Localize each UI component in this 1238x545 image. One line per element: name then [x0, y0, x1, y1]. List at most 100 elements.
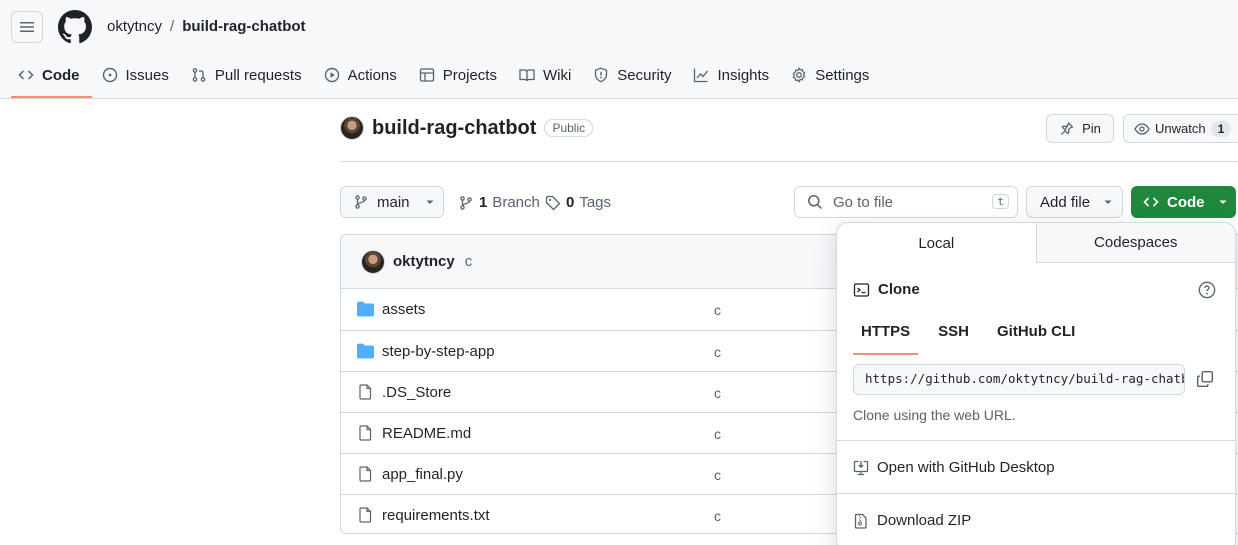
- file-name[interactable]: step-by-step-app: [382, 343, 495, 360]
- file-icon: [359, 466, 372, 482]
- tab-settings-label: Settings: [815, 66, 870, 84]
- copy-icon[interactable]: [1196, 370, 1214, 388]
- unwatch-button[interactable]: Unwatch 1: [1123, 114, 1238, 143]
- breadcrumb-repo[interactable]: build-rag-chatbot: [182, 18, 305, 35]
- tab-issues[interactable]: Issues: [92, 58, 181, 92]
- tab-security[interactable]: Security: [583, 58, 683, 92]
- folder-icon: [357, 301, 374, 317]
- tab-security-label: Security: [617, 66, 672, 84]
- open-with-desktop-label: Open with GitHub Desktop: [877, 459, 1055, 476]
- tab-code[interactable]: Code: [8, 58, 92, 98]
- file-name[interactable]: app_final.py: [382, 466, 463, 483]
- menu-icon: [20, 22, 34, 32]
- visibility-badge: Public: [544, 119, 594, 137]
- tab-projects[interactable]: Projects: [409, 58, 509, 92]
- file-commit-message[interactable]: c: [714, 467, 721, 483]
- file-commit-message[interactable]: c: [714, 344, 721, 360]
- go-to-file-placeholder: Go to file: [833, 193, 894, 211]
- avatar[interactable]: [340, 116, 364, 140]
- file-commit-message[interactable]: c: [714, 426, 721, 442]
- branch-icon: [355, 195, 367, 209]
- branch-selector[interactable]: main: [340, 186, 444, 218]
- tab-local[interactable]: Local: [837, 223, 1036, 263]
- code-icon: [1143, 197, 1159, 207]
- repo-title[interactable]: build-rag-chatbot: [372, 117, 536, 140]
- file-name[interactable]: .DS_Store: [382, 384, 451, 401]
- clone-url-field[interactable]: https://github.com/oktytncy/build-rag-ch…: [853, 364, 1185, 395]
- tab-insights-label: Insights: [717, 66, 770, 84]
- caret-down-icon: [1104, 200, 1112, 204]
- file-commit-message[interactable]: c: [714, 508, 721, 524]
- add-file-label: Add file: [1040, 193, 1091, 211]
- tab-ssh[interactable]: SSH: [930, 323, 977, 355]
- commit-message[interactable]: c: [465, 253, 473, 270]
- branches-link[interactable]: 1 Branch: [458, 194, 540, 211]
- branch-count: 1: [479, 194, 488, 211]
- breadcrumb-separator: /: [170, 18, 175, 35]
- breadcrumb-owner[interactable]: oktytncy: [107, 18, 162, 35]
- tag-count-label: Tags: [579, 194, 612, 211]
- pin-icon: [1061, 121, 1074, 136]
- file-commit-message[interactable]: c: [714, 302, 721, 318]
- play-icon: [324, 67, 339, 83]
- table-icon: [419, 68, 434, 82]
- tab-pull-requests[interactable]: Pull requests: [181, 58, 314, 92]
- code-button-label: Code: [1167, 193, 1205, 211]
- dropdown-divider: [837, 440, 1235, 441]
- shortcut-key: t: [992, 194, 1009, 209]
- tab-actions-label: Actions: [347, 66, 397, 84]
- title-divider: [340, 161, 1238, 162]
- gear-icon: [792, 67, 806, 83]
- tab-wiki[interactable]: Wiki: [509, 58, 583, 92]
- tab-wiki-label: Wiki: [542, 66, 572, 84]
- breadcrumb: oktytncy / build-rag-chatbot: [107, 18, 306, 35]
- tab-insights[interactable]: Insights: [683, 58, 781, 92]
- protocol-tabs: HTTPS SSH GitHub CLI: [853, 323, 1095, 355]
- caret-down-icon: [426, 200, 434, 204]
- tab-actions[interactable]: Actions: [314, 58, 409, 92]
- tab-github-cli[interactable]: GitHub CLI: [989, 323, 1083, 355]
- shield-icon: [595, 67, 608, 83]
- clone-heading: Clone: [853, 281, 920, 298]
- question-icon[interactable]: [1198, 281, 1216, 299]
- tab-projects-label: Projects: [442, 66, 497, 84]
- graph-icon: [694, 68, 709, 83]
- tags-link[interactable]: 0 Tags: [545, 194, 611, 211]
- clone-tabs: Local Codespaces: [837, 223, 1235, 263]
- eye-icon: [1134, 122, 1150, 135]
- file-name[interactable]: assets: [382, 301, 425, 318]
- go-to-file-input[interactable]: Go to file t: [794, 186, 1018, 218]
- tab-https[interactable]: HTTPS: [853, 323, 919, 355]
- file-icon: [359, 507, 372, 523]
- book-icon: [519, 69, 535, 82]
- clone-dropdown: Local Codespaces Clone HTTPS SSH GitHub …: [836, 222, 1236, 545]
- file-name[interactable]: README.md: [382, 425, 471, 442]
- github-logo-icon[interactable]: [58, 10, 92, 44]
- issue-icon: [102, 67, 117, 83]
- global-header: oktytncy / build-rag-chatbot Code Issues…: [0, 0, 1238, 99]
- tab-issues-label: Issues: [125, 66, 169, 84]
- code-button[interactable]: Code: [1131, 186, 1236, 218]
- folder-icon: [357, 343, 374, 359]
- avatar[interactable]: [361, 249, 385, 274]
- download-zip-item[interactable]: Download ZIP: [853, 512, 971, 529]
- tab-settings[interactable]: Settings: [781, 58, 881, 92]
- dropdown-divider: [837, 493, 1235, 494]
- file-name[interactable]: requirements.txt: [382, 507, 490, 524]
- commit-author[interactable]: oktytncy: [393, 253, 455, 270]
- file-icon: [359, 425, 372, 441]
- terminal-icon: [853, 282, 870, 297]
- watch-count: 1: [1210, 120, 1232, 137]
- hamburger-menu-button[interactable]: [11, 11, 43, 43]
- pull-request-icon: [192, 68, 206, 82]
- clone-hint-text: Clone using the web URL.: [853, 407, 1016, 423]
- caret-down-icon: [1219, 200, 1226, 204]
- pin-label: Pin: [1082, 121, 1101, 136]
- open-with-desktop-item[interactable]: Open with GitHub Desktop: [853, 459, 1055, 476]
- pin-button[interactable]: Pin: [1046, 114, 1114, 143]
- branch-count-label: Branch: [492, 194, 540, 211]
- add-file-button[interactable]: Add file: [1026, 186, 1123, 218]
- file-commit-message[interactable]: c: [714, 385, 721, 401]
- tab-codespaces[interactable]: Codespaces: [1035, 223, 1235, 263]
- tab-code-label: Code: [42, 66, 80, 84]
